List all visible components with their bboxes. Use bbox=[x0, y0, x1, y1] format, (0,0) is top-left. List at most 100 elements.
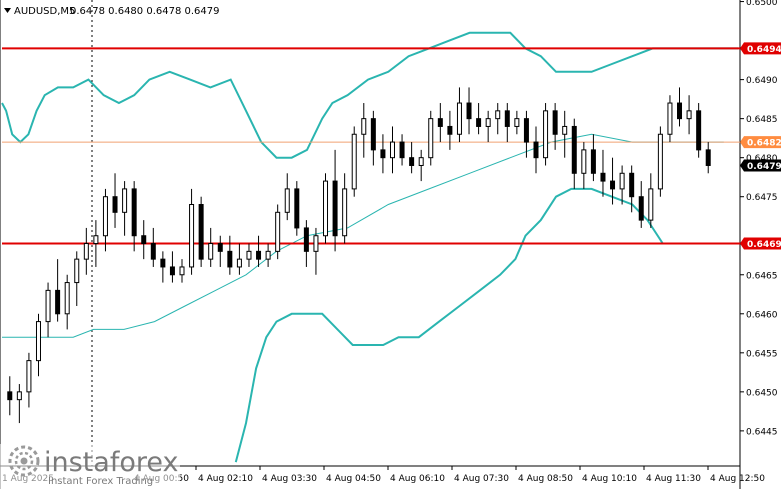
candle-body bbox=[696, 110, 702, 151]
candle-body bbox=[456, 102, 462, 135]
candle-body bbox=[131, 188, 137, 237]
candle-body bbox=[35, 321, 41, 362]
candle-body bbox=[581, 149, 587, 174]
candle-body bbox=[476, 118, 482, 127]
candle-body bbox=[351, 133, 357, 190]
price-tick-label: 0.6500 bbox=[746, 0, 778, 8]
time-tick-label: 4 Aug 07:30 bbox=[454, 474, 509, 484]
watermark: instaforex Instant Forex Trading bbox=[0, 444, 180, 489]
candle-body bbox=[562, 125, 568, 135]
candle-body bbox=[141, 235, 147, 245]
candle-body bbox=[409, 157, 415, 166]
time-tick-label: 4 Aug 08:50 bbox=[518, 474, 573, 484]
brand-name: instaforex bbox=[44, 447, 178, 478]
price-tick-label: 0.6485 bbox=[746, 115, 778, 125]
candle-body bbox=[485, 118, 491, 127]
candle-body bbox=[256, 250, 262, 260]
candle-body bbox=[265, 250, 271, 260]
candle bbox=[275, 204, 281, 260]
candle-body bbox=[495, 110, 501, 120]
candle-body bbox=[332, 180, 338, 237]
candle-body bbox=[389, 141, 395, 159]
brand-tagline: Instant Forex Trading bbox=[48, 476, 153, 487]
candle-body bbox=[686, 110, 692, 120]
key-level-tag-label: 0.6494 bbox=[747, 45, 781, 55]
candle-body bbox=[7, 391, 13, 401]
candle-body bbox=[533, 141, 539, 159]
candle-body bbox=[361, 118, 367, 135]
chart-header: AUDUSD,M5 0.6478 0.6480 0.6478 0.6479 bbox=[4, 6, 220, 17]
candle-body bbox=[313, 235, 319, 252]
candle-body bbox=[303, 227, 309, 252]
candle-body bbox=[437, 118, 443, 127]
candle-body bbox=[629, 172, 635, 198]
chart-canvas: 0.65000.64900.64850.64800.64750.64650.64… bbox=[0, 0, 781, 489]
candle-body bbox=[169, 266, 175, 276]
candle-body bbox=[657, 133, 663, 190]
price-chart[interactable]: 0.6500 0.6490 0.6485 0.6480 0.6475 0.6465 0.64… bbox=[0, 0, 781, 489]
current-price-tag: 0.6479 bbox=[740, 159, 781, 172]
candle-body bbox=[64, 282, 70, 315]
candle-body bbox=[552, 110, 558, 135]
time-tick-label: 4 Aug 03:30 bbox=[262, 474, 317, 484]
key-level-tag: 0.6494 bbox=[740, 42, 781, 55]
candle-body bbox=[246, 250, 252, 260]
candle-body bbox=[198, 204, 204, 260]
price-tick-label: 0.6445 bbox=[746, 427, 778, 437]
candle-body bbox=[323, 180, 329, 237]
candle-body bbox=[466, 102, 472, 120]
price-tick-label: 0.6460 bbox=[746, 310, 778, 320]
candle-body bbox=[284, 188, 290, 213]
price-tick-label: 0.6490 bbox=[746, 76, 778, 86]
reference-level-tag: 0.6482 bbox=[740, 136, 781, 149]
candle-body bbox=[160, 258, 166, 268]
candle-body bbox=[619, 172, 625, 190]
candle-body bbox=[514, 118, 520, 127]
candle-body bbox=[45, 289, 51, 323]
candle-body bbox=[705, 149, 711, 166]
price-tick-label: 0.6465 bbox=[746, 271, 778, 281]
candle-body bbox=[648, 188, 654, 221]
candle-body bbox=[55, 289, 61, 315]
candle-body bbox=[418, 157, 424, 166]
candle-body bbox=[342, 188, 348, 237]
candle bbox=[428, 110, 434, 166]
current-price-tag-label: 0.6479 bbox=[747, 162, 781, 172]
candle-body bbox=[571, 125, 577, 174]
symbol-label: AUDUSD,M5 bbox=[14, 6, 75, 17]
candle-body bbox=[370, 118, 376, 151]
candle-body bbox=[523, 118, 529, 143]
candle bbox=[543, 103, 549, 166]
candle-body bbox=[208, 243, 214, 260]
price-tick-label: 0.6475 bbox=[746, 193, 778, 203]
key-level-tag-label: 0.6469 bbox=[747, 240, 781, 250]
candle-body bbox=[590, 149, 596, 174]
candle bbox=[696, 103, 702, 158]
candle bbox=[294, 181, 300, 236]
candle-body bbox=[399, 141, 405, 159]
ohlc-label: 0.6478 0.6480 0.6478 0.6479 bbox=[70, 6, 220, 17]
candle bbox=[323, 173, 329, 244]
candle-body bbox=[122, 188, 128, 213]
time-tick-label: 4 Aug 06:10 bbox=[390, 474, 445, 484]
time-tick-label: 4 Aug 02:10 bbox=[198, 474, 253, 484]
candle-body bbox=[275, 211, 281, 252]
price-tick-label: 0.6450 bbox=[746, 388, 778, 398]
key-level-tag: 0.6469 bbox=[740, 237, 781, 250]
candle bbox=[198, 196, 204, 267]
candle-body bbox=[504, 110, 510, 127]
time-tick-label: 4 Aug 10:10 bbox=[582, 474, 637, 484]
price-tick-label: 0.6455 bbox=[746, 349, 778, 359]
candle bbox=[351, 126, 357, 197]
candle-body bbox=[150, 243, 156, 260]
candle bbox=[657, 126, 663, 197]
candle-body bbox=[294, 188, 300, 229]
candle-body bbox=[93, 235, 99, 245]
time-tick-label: 4 Aug 04:50 bbox=[326, 474, 381, 484]
candle-body bbox=[677, 102, 683, 120]
candle-body bbox=[74, 258, 80, 284]
candle-body bbox=[380, 149, 386, 159]
candle-body bbox=[16, 391, 22, 401]
candle-body bbox=[112, 196, 118, 213]
candle-body bbox=[600, 172, 606, 182]
